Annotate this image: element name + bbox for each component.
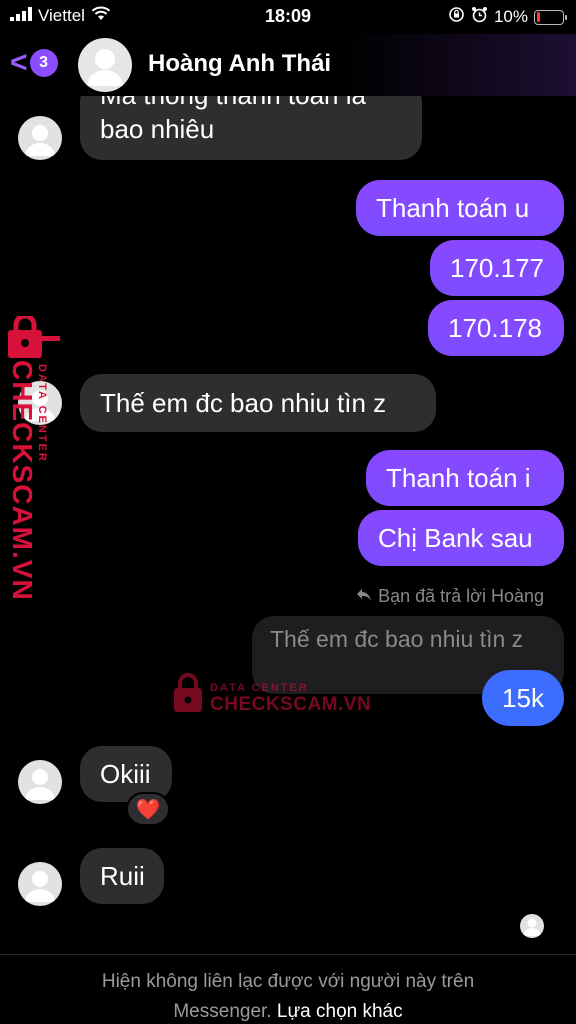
reply-arrow-icon: [356, 586, 372, 607]
message-text-line: bao nhiêu: [100, 114, 215, 144]
watermark-logo-inline: DATA CENTER CHECKSCAM.VN: [172, 672, 371, 716]
default-user-icon: [523, 918, 541, 936]
signal-icon: [10, 6, 32, 26]
message-text: Thanh toán i: [386, 462, 531, 493]
status-left: Viettel: [10, 6, 111, 26]
watermark-brand: CHECKSCAM.VN: [7, 360, 38, 601]
carrier-name: Viettel: [38, 6, 85, 25]
contact-avatar[interactable]: [78, 38, 132, 92]
outgoing-message[interactable]: Chị Bank sau: [358, 510, 564, 566]
battery-fill: [536, 12, 540, 22]
quoted-text: Thế em đc bao nhiu tìn z: [270, 626, 524, 652]
heart-reaction-icon[interactable]: ❤️: [126, 792, 170, 826]
message-text: Chị Bank sau: [378, 522, 533, 553]
lock-icon: [174, 673, 202, 712]
chat-header: < 3 Hoàng Anh Thái: [0, 34, 576, 96]
notice-line-2: Messenger. Lựa chọn khác: [0, 997, 576, 1024]
blocked-notice: Hiện không liên lạc được với người này t…: [0, 954, 576, 1024]
outgoing-message[interactable]: Thanh toán i: [366, 450, 564, 506]
contact-name[interactable]: Hoàng Anh Thái: [148, 50, 331, 78]
status-bar: Viettel 18:09 10%: [0, 0, 576, 34]
reply-note-text: Bạn đã trả lời Hoàng: [378, 586, 544, 606]
outgoing-message[interactable]: 170.178: [428, 300, 564, 356]
outgoing-message[interactable]: 170.177: [430, 240, 564, 296]
battery-percent: 10%: [493, 7, 528, 26]
message-text-line: Mã thông thanh toán là: [100, 96, 366, 112]
incoming-message[interactable]: Mã thông thanh toán là bao nhiêu: [80, 96, 422, 160]
reaction-emoji: ❤️: [135, 798, 161, 821]
lock-rotation-icon: [448, 6, 465, 28]
message-text: 170.178: [448, 312, 542, 343]
back-button[interactable]: < 3: [10, 48, 58, 78]
incoming-message[interactable]: Ruii: [80, 848, 164, 904]
unread-count-badge: 3: [29, 49, 58, 77]
wifi-icon: [91, 6, 111, 26]
seen-receipt-avatar: [520, 914, 544, 938]
message-text: Ruii: [100, 860, 145, 891]
message-text: Okiii: [100, 758, 151, 789]
sender-avatar[interactable]: [18, 760, 62, 804]
message-text: Thế em đc bao nhiu tìn z: [100, 387, 387, 418]
sender-avatar[interactable]: [18, 116, 62, 160]
outgoing-message[interactable]: 15k: [482, 670, 564, 726]
incoming-message[interactable]: Thế em đc bao nhiu tìn z: [80, 374, 436, 432]
notice-text: Messenger.: [173, 1001, 272, 1022]
outgoing-message[interactable]: Thanh toán u: [356, 180, 564, 236]
lock-icon: [8, 316, 60, 358]
default-user-icon: [25, 125, 55, 156]
message-text: 15k: [502, 682, 544, 713]
watermark-brand: CHECKSCAM.VN: [210, 694, 372, 715]
watermark-sub: DATA CENTER: [36, 364, 48, 463]
chevron-left-icon: <: [10, 46, 28, 79]
watermark-sub: DATA CENTER: [210, 682, 309, 694]
status-right: 10%: [448, 6, 567, 28]
message-text: 170.177: [450, 252, 544, 283]
alarm-icon: [471, 6, 488, 28]
battery-icon: [534, 9, 567, 25]
message-text: Thanh toán u: [376, 192, 530, 223]
notice-line: Hiện không liên lạc được với người này t…: [101, 971, 475, 992]
sender-avatar[interactable]: [18, 862, 62, 906]
default-user-icon: [25, 871, 55, 902]
message-list[interactable]: Mã thông thanh toán là bao nhiêu Thanh t…: [0, 96, 576, 954]
other-options-link[interactable]: Lựa chọn khác: [277, 1001, 403, 1022]
default-user-icon: [25, 769, 55, 800]
default-user-icon: [87, 49, 123, 86]
reply-indicator: Bạn đã trả lời Hoàng: [356, 586, 544, 607]
